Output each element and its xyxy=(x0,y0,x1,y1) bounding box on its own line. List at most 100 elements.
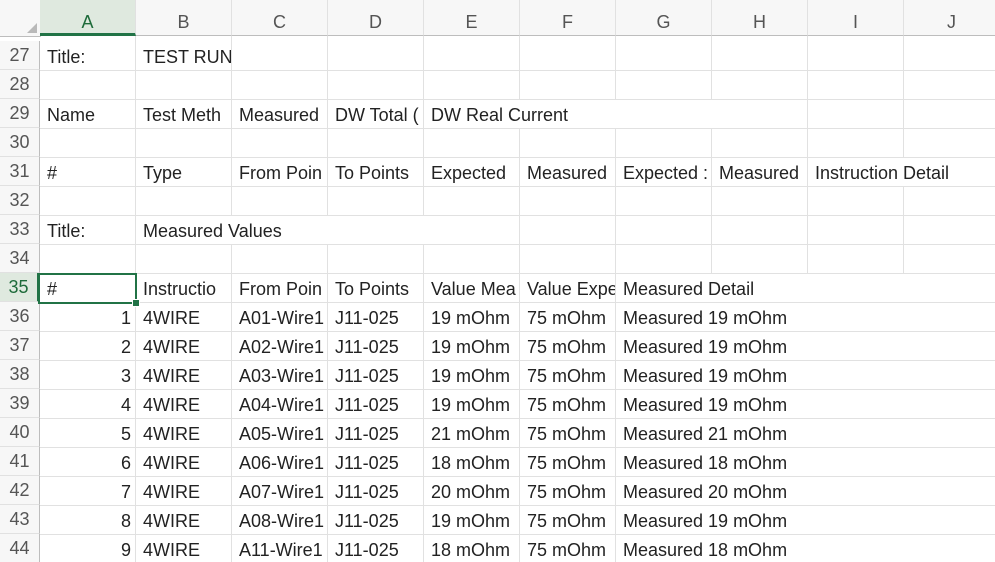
cell-f36[interactable]: 75 mOhm xyxy=(520,303,615,331)
cell-c38[interactable]: A03-Wire1 xyxy=(232,361,327,389)
cell-a36[interactable]: 1 xyxy=(40,303,135,331)
cell-e38[interactable]: 19 mOhm xyxy=(424,361,519,389)
row-header-37[interactable]: 37 xyxy=(0,331,40,360)
cell-c39[interactable]: A04-Wire1 xyxy=(232,390,327,418)
cell-a42[interactable]: 7 xyxy=(40,477,135,505)
cell-a31[interactable]: # xyxy=(40,158,135,186)
cell-a40[interactable]: 5 xyxy=(40,419,135,447)
cell-b27[interactable]: TEST RUN xyxy=(136,42,231,70)
cell-b31[interactable]: Type xyxy=(136,158,231,186)
cell-e40[interactable]: 21 mOhm xyxy=(424,419,519,447)
cell-a27[interactable]: Title: xyxy=(40,42,135,70)
cell-c29[interactable]: Measured xyxy=(232,100,327,128)
cell-c42[interactable]: A07-Wire1 xyxy=(232,477,327,505)
cell-e31[interactable]: Expected xyxy=(424,158,519,186)
row-header-28[interactable]: 28 xyxy=(0,70,40,99)
cell-d29[interactable]: DW Total ( xyxy=(328,100,424,128)
row-header-35[interactable]: 35 xyxy=(0,273,40,302)
cell-d41[interactable]: J11-025 xyxy=(328,448,423,476)
cell-e29[interactable]: DW Real Current xyxy=(424,100,724,128)
cell-d35[interactable]: To Points xyxy=(328,274,423,302)
column-header-j[interactable]: J xyxy=(904,0,995,36)
row-header-33[interactable]: 33 xyxy=(0,215,40,244)
cell-b38[interactable]: 4WIRE xyxy=(136,361,231,389)
cell-f40[interactable]: 75 mOhm xyxy=(520,419,615,447)
cell-c31[interactable]: From Poin xyxy=(232,158,327,186)
row-header-31[interactable]: 31 xyxy=(0,157,40,186)
cell-e39[interactable]: 19 mOhm xyxy=(424,390,519,418)
cell-c43[interactable]: A08-Wire1 xyxy=(232,506,327,534)
cell-g35[interactable]: Measured Detail xyxy=(616,274,916,302)
cell-e42[interactable]: 20 mOhm xyxy=(424,477,519,505)
cell-g37[interactable]: Measured 19 mOhm xyxy=(616,332,916,360)
cell-e43[interactable]: 19 mOhm xyxy=(424,506,519,534)
cell-c41[interactable]: A06-Wire1 xyxy=(232,448,327,476)
cell-c40[interactable]: A05-Wire1 xyxy=(232,419,327,447)
cell-g41[interactable]: Measured 18 mOhm xyxy=(616,448,916,476)
row-header-38[interactable]: 38 xyxy=(0,360,40,389)
column-header-i[interactable]: I xyxy=(808,0,904,36)
cell-c35[interactable]: From Poin xyxy=(232,274,327,302)
spreadsheet-grid[interactable]: ABCDEFGHIJ 27 28 29 30 31 32 33 34 35 36 37 38 39 40 4… xyxy=(0,0,995,562)
cell-d43[interactable]: J11-025 xyxy=(328,506,423,534)
row-header-34[interactable]: 34 xyxy=(0,244,40,273)
cell-area[interactable]: Title: TEST RUN Name Test Meth Measured DW To… xyxy=(40,36,995,562)
cell-d44[interactable]: J11-025 xyxy=(328,535,423,562)
cell-e41[interactable]: 18 mOhm xyxy=(424,448,519,476)
cell-b37[interactable]: 4WIRE xyxy=(136,332,231,360)
cell-b39[interactable]: 4WIRE xyxy=(136,390,231,418)
cell-g39[interactable]: Measured 19 mOhm xyxy=(616,390,916,418)
row-header-43[interactable]: 43 xyxy=(0,505,40,534)
cell-d40[interactable]: J11-025 xyxy=(328,419,423,447)
cell-g44[interactable]: Measured 18 mOhm xyxy=(616,535,916,562)
cell-b36[interactable]: 4WIRE xyxy=(136,303,231,331)
cell-f44[interactable]: 75 mOhm xyxy=(520,535,615,562)
row-header-40[interactable]: 40 xyxy=(0,418,40,447)
cell-f37[interactable]: 75 mOhm xyxy=(520,332,615,360)
cell-b35[interactable]: Instructio xyxy=(136,274,231,302)
cell-a41[interactable]: 6 xyxy=(40,448,135,476)
row-header-30[interactable]: 30 xyxy=(0,128,40,157)
cell-d36[interactable]: J11-025 xyxy=(328,303,423,331)
cell-i31[interactable]: Instruction Detail xyxy=(808,158,995,186)
cell-b41[interactable]: 4WIRE xyxy=(136,448,231,476)
cell-g40[interactable]: Measured 21 mOhm xyxy=(616,419,916,447)
cell-a38[interactable]: 3 xyxy=(40,361,135,389)
column-header-e[interactable]: E xyxy=(424,0,520,36)
cell-g43[interactable]: Measured 19 mOhm xyxy=(616,506,916,534)
cell-c37[interactable]: A02-Wire1 xyxy=(232,332,327,360)
cell-e44[interactable]: 18 mOhm xyxy=(424,535,519,562)
cell-d37[interactable]: J11-025 xyxy=(328,332,423,360)
cell-g31[interactable]: Expected : xyxy=(616,158,711,186)
cell-e37[interactable]: 19 mOhm xyxy=(424,332,519,360)
cell-f42[interactable]: 75 mOhm xyxy=(520,477,615,505)
column-header-f[interactable]: F xyxy=(520,0,616,36)
row-header-27[interactable]: 27 xyxy=(0,41,40,70)
cell-b43[interactable]: 4WIRE xyxy=(136,506,231,534)
cell-d42[interactable]: J11-025 xyxy=(328,477,423,505)
cell-h31[interactable]: Measured xyxy=(712,158,807,186)
cell-b29[interactable]: Test Meth xyxy=(136,100,231,128)
column-header-g[interactable]: G xyxy=(616,0,712,36)
column-header-h[interactable]: H xyxy=(712,0,808,36)
cell-e35[interactable]: Value Mea xyxy=(424,274,519,302)
cell-a37[interactable]: 2 xyxy=(40,332,135,360)
cell-d39[interactable]: J11-025 xyxy=(328,390,423,418)
cell-b33[interactable]: Measured Values xyxy=(136,216,436,244)
row-header-44[interactable]: 44 xyxy=(0,534,40,562)
column-header-d[interactable]: D xyxy=(328,0,424,36)
cell-b42[interactable]: 4WIRE xyxy=(136,477,231,505)
cell-d38[interactable]: J11-025 xyxy=(328,361,423,389)
cell-b44[interactable]: 4WIRE xyxy=(136,535,231,562)
cell-e36[interactable]: 19 mOhm xyxy=(424,303,519,331)
cell-d31[interactable]: To Points xyxy=(328,158,423,186)
column-header-a[interactable]: A xyxy=(40,0,136,36)
cell-a35[interactable]: # xyxy=(40,274,135,302)
select-all-corner[interactable] xyxy=(0,0,41,37)
row-header-42[interactable]: 42 xyxy=(0,476,40,505)
cell-g42[interactable]: Measured 20 mOhm xyxy=(616,477,916,505)
cell-f41[interactable]: 75 mOhm xyxy=(520,448,615,476)
column-header-b[interactable]: B xyxy=(136,0,232,36)
cell-a39[interactable]: 4 xyxy=(40,390,135,418)
cell-a44[interactable]: 9 xyxy=(40,535,135,562)
